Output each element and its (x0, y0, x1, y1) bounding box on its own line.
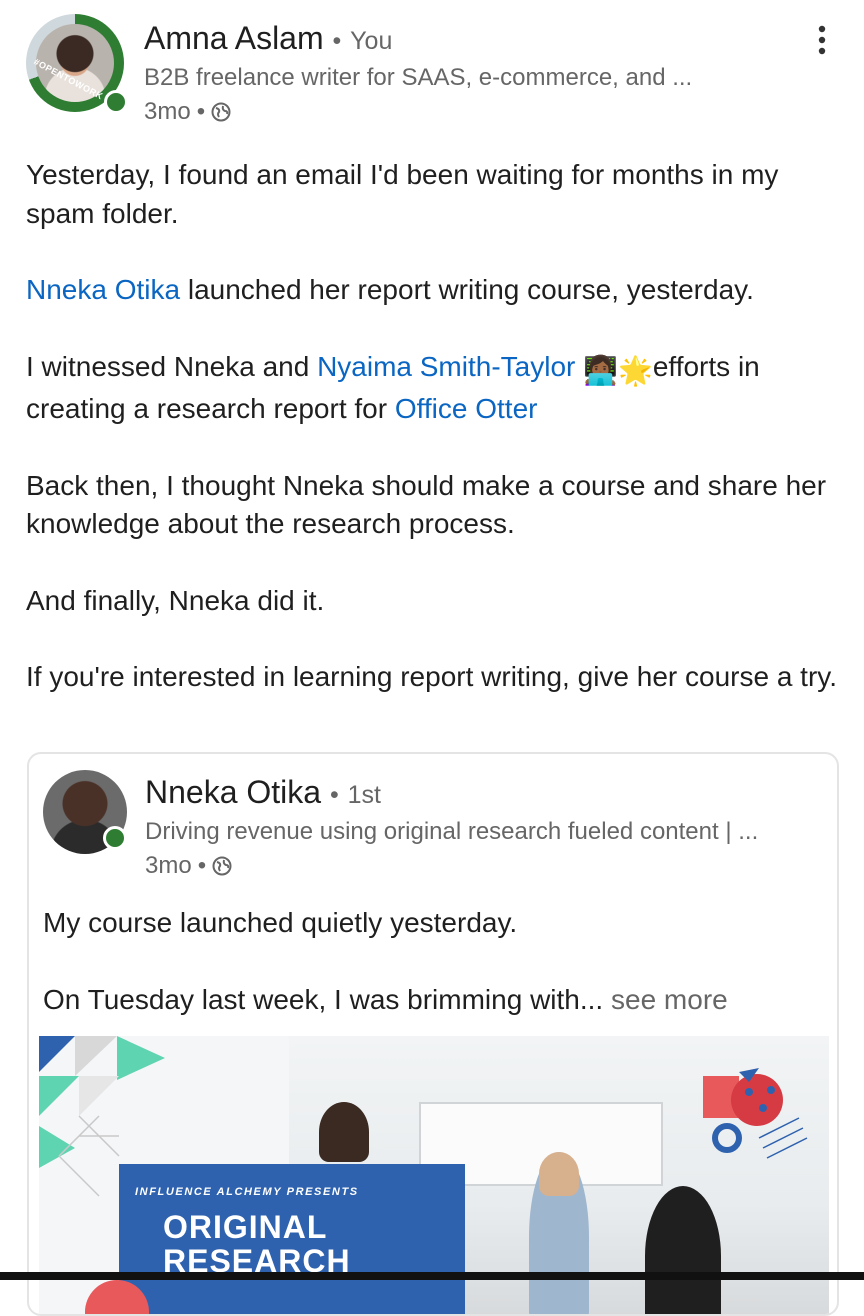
shared-post-card[interactable]: Nneka Otika • 1st Driving revenue using … (27, 752, 839, 1316)
relation-label: You (350, 27, 393, 55)
post-paragraph-2: Nneka Otika launched her report writing … (26, 271, 841, 310)
post-paragraph-1: Yesterday, I found an email I'd been wai… (26, 159, 779, 229)
shared-paragraph-2: On Tuesday last week, I was brimming wit… (43, 981, 823, 1020)
shared-post-time: 3mo (145, 852, 192, 879)
banner-title-line-1: ORIGINAL (163, 1209, 328, 1245)
shared-paragraph-1: My course launched quietly yesterday. (43, 907, 518, 938)
shared-post-meta: 3mo • (145, 852, 232, 880)
person-photo (319, 1102, 369, 1162)
post-paragraph-6: If you're interested in learning report … (26, 661, 837, 692)
paragraph-3-start: I witnessed Nneka and (26, 350, 318, 382)
shared-post-text: My course launched quietly yesterday. On… (43, 904, 823, 1057)
meta-separator: • (196, 98, 206, 125)
name-separator: • (332, 27, 342, 55)
emoji-technologist-star: 👩🏾‍💻🌟 (583, 354, 653, 386)
post-time: 3mo (144, 98, 191, 125)
post-text: Yesterday, I found an email I'd been wai… (26, 156, 841, 735)
post-paragraph-4: Back then, I thought Nneka should make a… (26, 469, 827, 540)
course-banner: INFLUENCE ALCHEMY PRESENTS ORIGINAL RESE… (119, 1164, 465, 1314)
paragraph-2-text: launched her report writing course, yest… (180, 274, 754, 305)
shared-author-name-line[interactable]: Nneka Otika • 1st (145, 774, 381, 811)
author-name-line[interactable]: Amna Aslam • You (144, 20, 392, 57)
online-status-dot (104, 90, 128, 114)
post-paragraph-3: I witnessed Nneka and Nyaima Smith-Taylo… (26, 348, 841, 429)
more-vertical-icon[interactable] (810, 24, 834, 56)
post-header: #OPENTOWORK Amna Aslam • You B2B freelan… (0, 0, 864, 140)
banner-title: ORIGINAL RESEARCH (163, 1210, 351, 1278)
post-paragraph-5: And finally, Nneka did it. (26, 584, 325, 616)
decorative-shapes-icon (703, 1068, 808, 1159)
shared-author-name[interactable]: Nneka Otika (145, 774, 321, 810)
post-meta: 3mo • (144, 98, 231, 126)
shared-author-headline: Driving revenue using original research … (145, 818, 759, 845)
banner-kicker: INFLUENCE ALCHEMY PRESENTS (135, 1186, 359, 1198)
author-avatar[interactable]: #OPENTOWORK (26, 14, 128, 114)
mention-nyaima-smith-taylor[interactable]: Nyaima Smith-Taylor (317, 351, 575, 382)
person-photo (645, 1186, 721, 1314)
see-more-link[interactable]: see more (603, 984, 728, 1015)
person-photo (539, 1152, 579, 1196)
connection-degree: 1st (347, 781, 381, 809)
author-headline: B2B freelance writer for SAAS, e-commerc… (144, 64, 693, 91)
author-name[interactable]: Amna Aslam (144, 20, 324, 56)
globe-icon (211, 102, 231, 122)
bottom-edge-bar (0, 1272, 864, 1280)
shared-online-status-dot (103, 826, 127, 850)
shared-name-separator: • (329, 781, 339, 809)
shared-paragraph-2-text: On Tuesday last week, I was brimming wit… (43, 983, 604, 1015)
globe-icon (212, 856, 232, 876)
mention-office-otter[interactable]: Office Otter (395, 393, 538, 424)
mention-nneka-otika[interactable]: Nneka Otika (26, 274, 180, 305)
shared-meta-separator: • (197, 852, 207, 879)
